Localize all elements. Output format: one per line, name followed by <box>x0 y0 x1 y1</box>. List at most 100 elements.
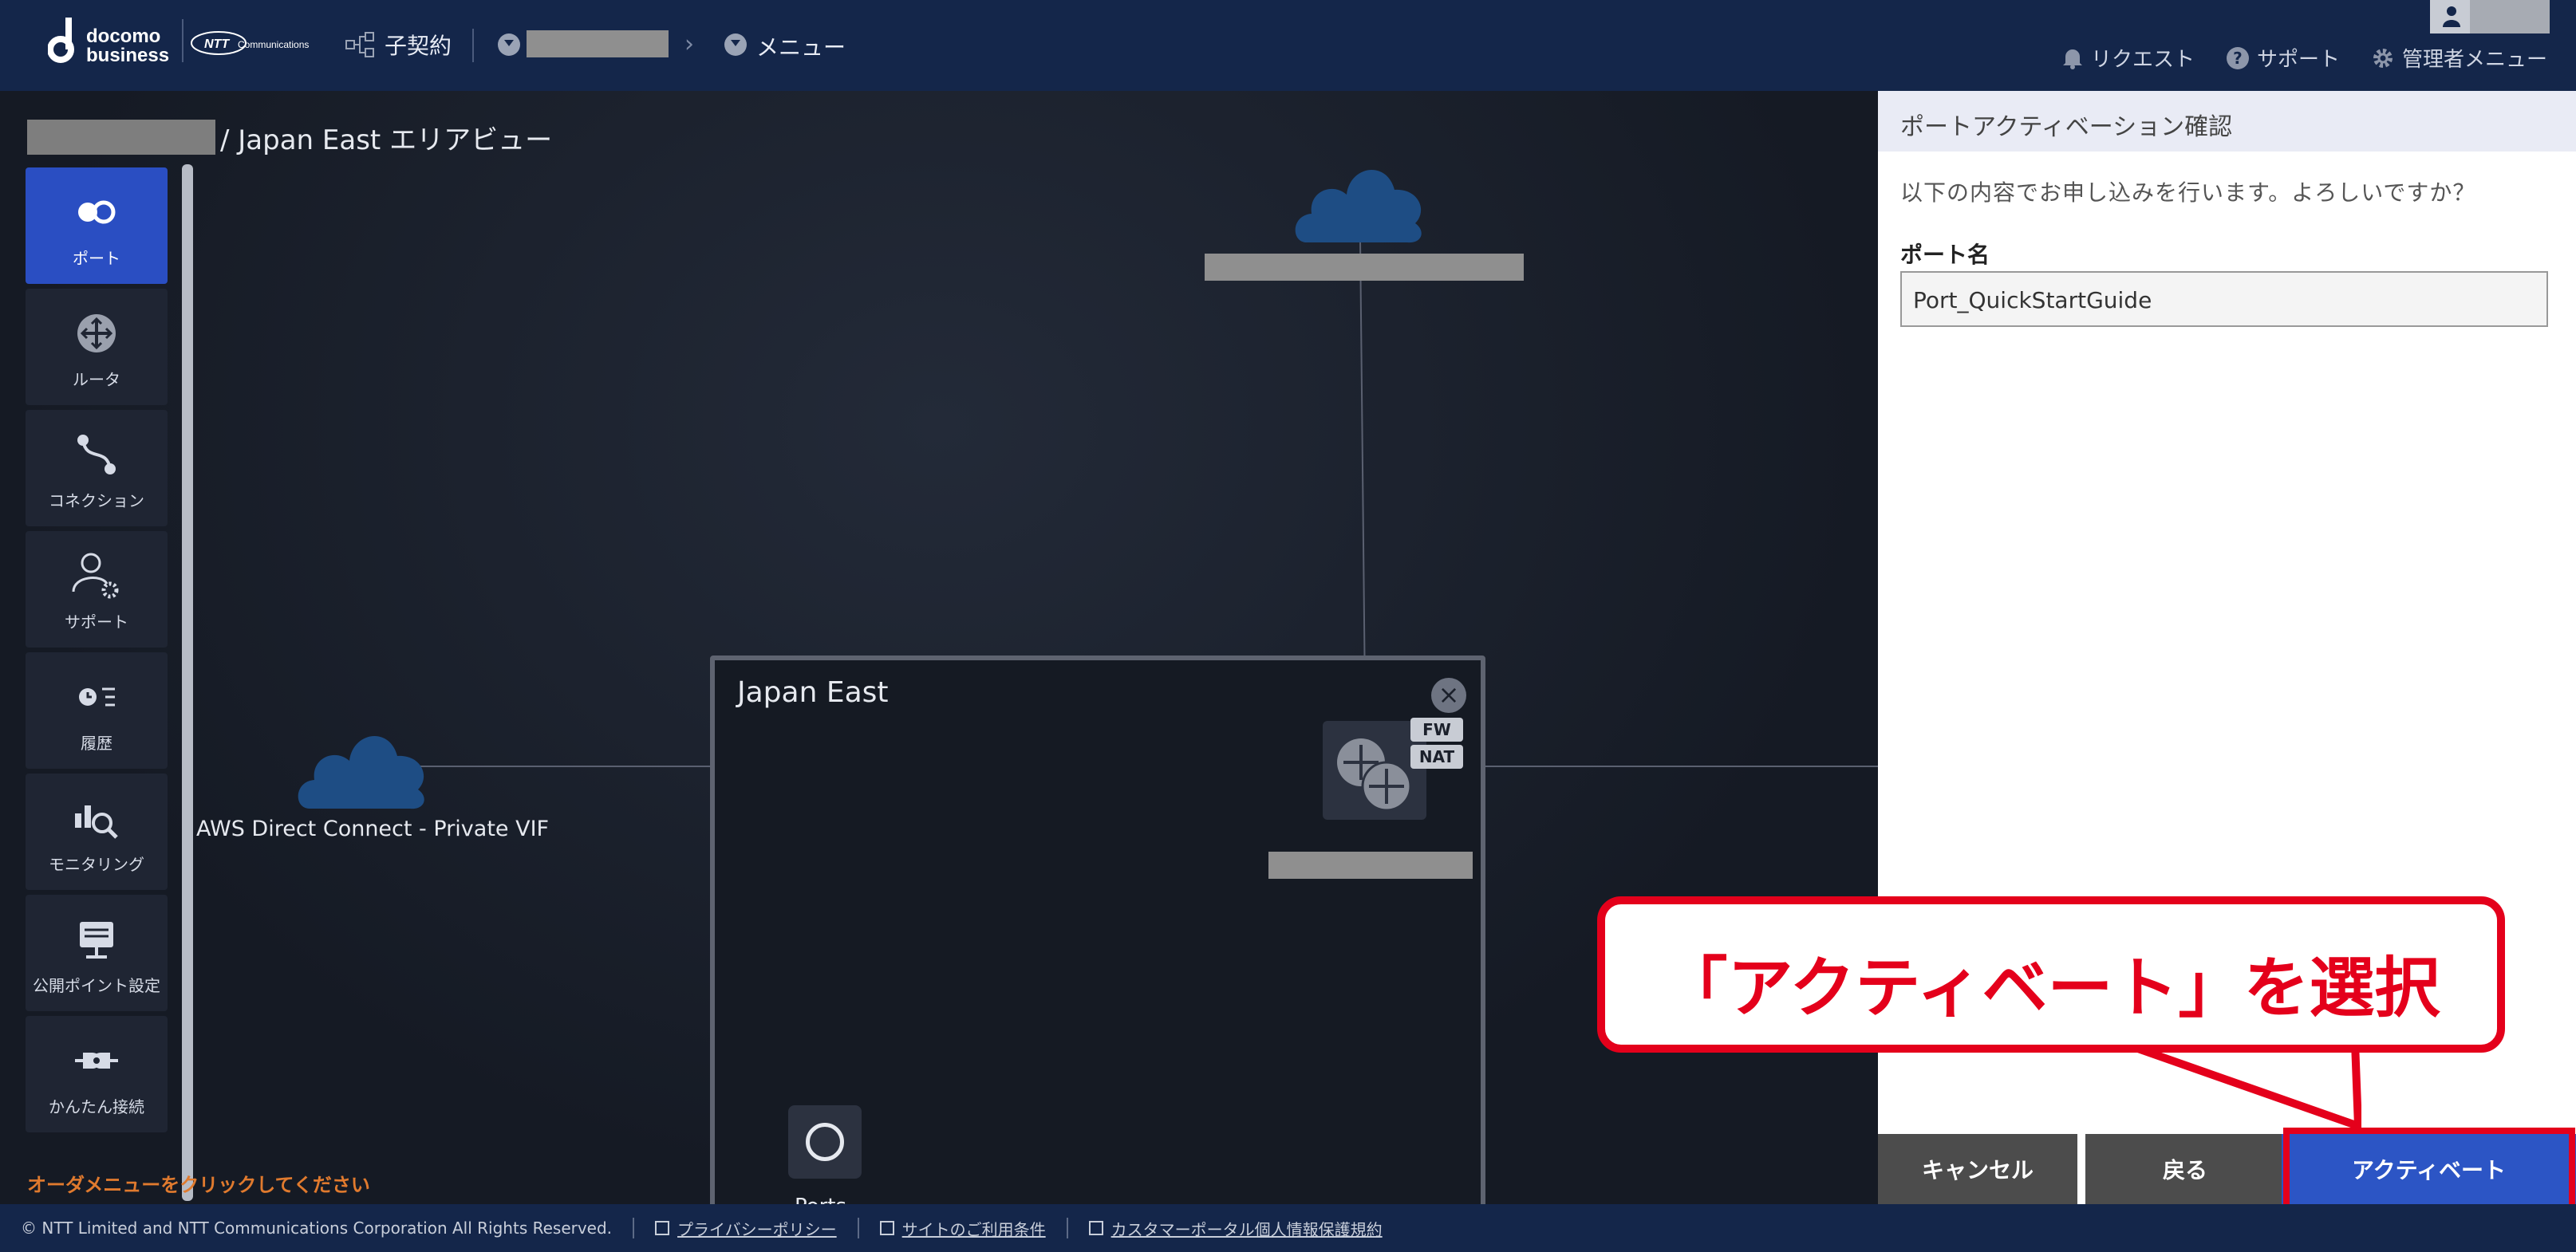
port-icon <box>78 200 116 224</box>
router-icon <box>1337 738 1412 812</box>
sidebar-item-label: ルータ <box>73 370 120 389</box>
sidebar-item-label: ポート <box>73 249 120 268</box>
ports-node[interactable] <box>788 1105 862 1179</box>
svg-text:NTT: NTT <box>204 37 230 51</box>
chevron-down-icon[interactable] <box>498 33 520 56</box>
external-link-icon <box>1088 1221 1103 1235</box>
personal-info-policy-label: カスタマーポータル個人情報保護規約 <box>1110 1219 1383 1239</box>
sidebar-item-label: かんたん接続 <box>49 1097 144 1116</box>
redacted-contract-name[interactable] <box>527 30 669 57</box>
back-button[interactable]: 戻る <box>2085 1134 2285 1204</box>
page-title: / Japan East エリアビュー <box>27 120 553 156</box>
contract-selector[interactable]: 子契約 <box>345 29 452 61</box>
topology-canvas[interactable]: / Japan East エリアビュー ポート ルータ コネクション サポート … <box>0 91 1878 1250</box>
easy-connect-icon <box>75 1053 118 1069</box>
logo-text: docomo business <box>86 26 170 66</box>
sidebar-item-easy-connect[interactable]: かんたん接続 <box>26 1016 168 1132</box>
cloud-icon[interactable] <box>1291 155 1425 249</box>
port-ring-icon <box>806 1123 844 1161</box>
router-icon <box>77 314 116 352</box>
history-icon <box>79 687 115 707</box>
terms-label: サイトのご利用条件 <box>901 1219 1046 1239</box>
support-user-icon <box>72 553 119 599</box>
sidebar-item-connection[interactable]: コネクション <box>26 410 168 526</box>
header-divider <box>472 29 474 62</box>
terms-link[interactable]: サイトのご利用条件 <box>879 1217 1046 1240</box>
footer-divider <box>1066 1218 1068 1238</box>
docomo-business-logo[interactable]: docomo business <box>48 18 187 65</box>
top-bar: docomo business NTT Communications 子契約 ›… <box>0 0 2576 91</box>
port-name-label: ポート名 <box>1900 242 1990 268</box>
public-point-icon <box>80 922 113 959</box>
area-title-text: / Japan East エリアビュー <box>220 124 553 156</box>
request-link[interactable]: リクエスト <box>2062 43 2195 73</box>
personal-info-policy-link[interactable]: カスタマーポータル個人情報保護規約 <box>1088 1217 1383 1240</box>
fw-badge: FW <box>1410 718 1463 742</box>
header-links: リクエスト ? サポート 管理者メニュー <box>2062 43 2547 73</box>
question-icon: ? <box>2226 46 2249 69</box>
sidebar-item-history[interactable]: 履歴 <box>26 652 168 769</box>
contract-label: 子契約 <box>385 33 452 59</box>
support-label: サポート <box>2256 48 2340 72</box>
footer-divider <box>857 1218 859 1238</box>
sidebar-item-label: 履歴 <box>81 734 112 753</box>
bell-icon <box>2062 49 2082 69</box>
chevron-right-icon: › <box>684 30 694 58</box>
user-menu[interactable] <box>2430 0 2550 33</box>
sidebar-item-monitoring[interactable]: モニタリング <box>26 774 168 890</box>
menu-dropdown[interactable]: メニュー <box>756 30 846 62</box>
port-name-field: Port_QuickStartGuide <box>1900 271 2548 327</box>
nat-badge: NAT <box>1410 745 1463 769</box>
admin-menu-link[interactable]: 管理者メニュー <box>2372 43 2547 73</box>
user-icon <box>2443 6 2460 27</box>
redacted-user-name <box>2470 0 2550 33</box>
callout-text: 「アクティベート」を選択 <box>1662 951 2440 1026</box>
region-title: Japan East <box>737 676 889 709</box>
sidebar-item-support[interactable]: サポート <box>26 531 168 648</box>
aws-direct-connect-label: AWS Direct Connect - Private VIF <box>196 817 550 841</box>
hierarchy-icon <box>345 32 374 57</box>
svg-text:Communications: Communications <box>238 39 309 50</box>
request-label: リクエスト <box>2090 48 2195 72</box>
gear-icon <box>2373 48 2393 68</box>
sidebar-item-label: コネクション <box>49 491 144 510</box>
close-icon[interactable]: × <box>1431 678 1466 713</box>
support-link[interactable]: ? サポート <box>2226 43 2340 73</box>
confirm-message: 以下の内容でお申し込みを行います。よろしいですか？ <box>1900 179 2476 206</box>
connection-icon <box>77 435 116 474</box>
logo-divider <box>182 19 183 62</box>
callout-pointer <box>2122 1043 2361 1131</box>
sidebar-item-label: サポート <box>65 612 128 632</box>
sidebar: ポート ルータ コネクション サポート 履歴 モニタリング 公開ポイント設定 か… <box>26 167 168 1137</box>
panel-header: ポートアクティベーション確認 <box>1878 91 2576 152</box>
privacy-policy-label: プライバシーポリシー <box>677 1219 837 1239</box>
redacted-router-name <box>1268 852 1473 879</box>
admin-menu-label: 管理者メニュー <box>2401 48 2547 72</box>
sidebar-item-label: モニタリング <box>49 855 144 874</box>
redacted-tenant-name <box>27 120 215 155</box>
cancel-button[interactable]: キャンセル <box>1878 1134 2077 1204</box>
copyright-text: © NTT Limited and NTT Communications Cor… <box>21 1219 613 1238</box>
region-panel: Japan East × FW NAT Ports <box>710 656 1485 1250</box>
sidebar-item-router[interactable]: ルータ <box>26 289 168 405</box>
sidebar-item-port[interactable]: ポート <box>26 167 168 284</box>
aws-cloud-icon[interactable] <box>294 721 428 815</box>
sidebar-item-label: 公開ポイント設定 <box>33 976 160 995</box>
ntt-logo-icon: NTT Communications <box>191 31 309 55</box>
sidebar-scrollbar[interactable] <box>182 164 193 1201</box>
order-hint: オーダメニューをクリックしてください <box>27 1174 370 1196</box>
activate-highlight-frame <box>2283 1128 2575 1214</box>
docomo-d-icon <box>48 18 74 63</box>
instruction-callout: 「アクティベート」を選択 <box>1597 896 2505 1053</box>
monitoring-icon <box>75 805 118 839</box>
footer-divider <box>633 1218 635 1238</box>
privacy-policy-link[interactable]: プライバシーポリシー <box>655 1217 837 1240</box>
redacted-cloud-name <box>1205 254 1524 281</box>
external-link-icon <box>655 1221 670 1235</box>
app-root: docomo business NTT Communications 子契約 ›… <box>0 0 2576 1252</box>
external-link-icon <box>879 1221 894 1235</box>
footer: © NTT Limited and NTT Communications Cor… <box>0 1204 2576 1252</box>
menu-chevron-down-icon[interactable] <box>724 33 747 56</box>
sidebar-item-public-point[interactable]: 公開ポイント設定 <box>26 895 168 1011</box>
panel-title: ポートアクティベーション確認 <box>1900 113 2233 141</box>
